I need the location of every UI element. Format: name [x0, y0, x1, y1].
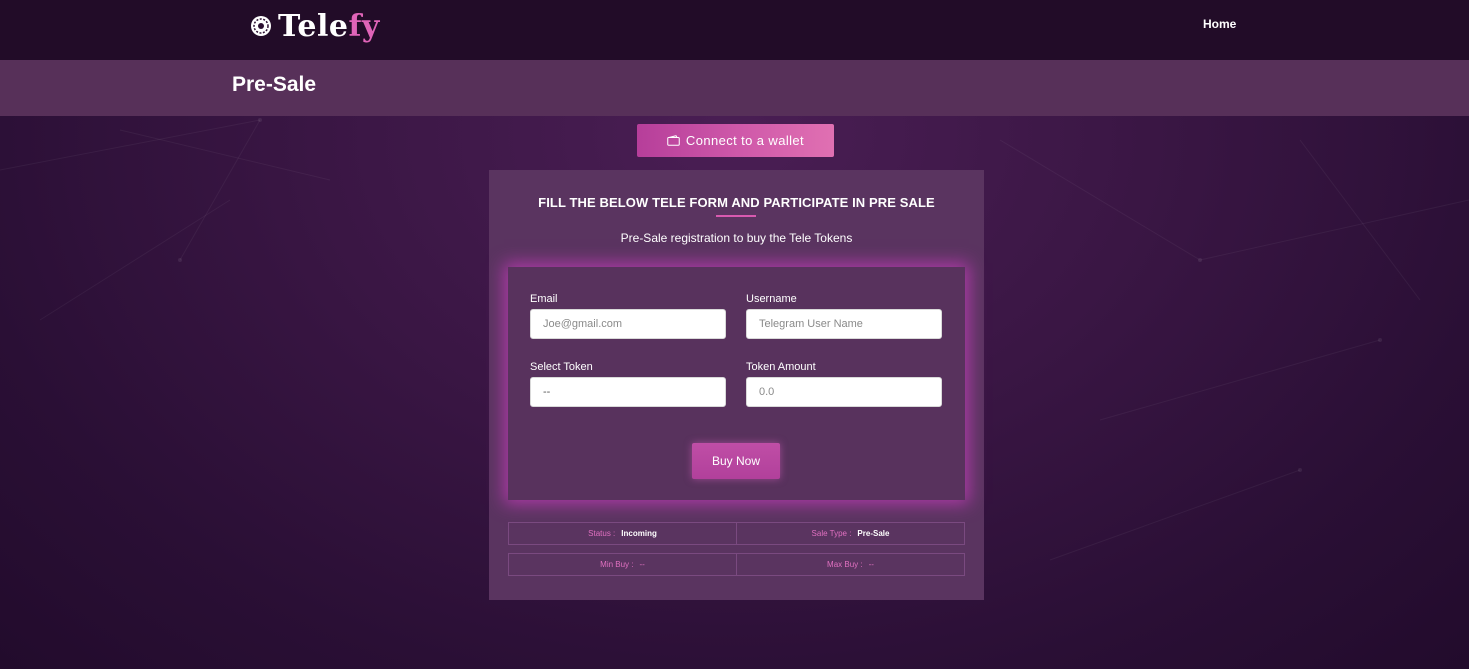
select-token-label: Select Token — [530, 361, 593, 373]
wallet-icon — [667, 135, 680, 146]
status-value: Incoming — [621, 529, 657, 538]
connect-wallet-label: Connect to a wallet — [685, 133, 805, 148]
max-buy-cell: Max Buy : -- — [737, 553, 965, 576]
max-buy-value: -- — [868, 560, 874, 569]
telefy-logo[interactable]: Telefy — [250, 6, 380, 46]
username-input[interactable] — [746, 309, 942, 339]
username-label: Username — [746, 293, 797, 305]
top-navbar: Telefy Home — [0, 0, 1469, 60]
presale-form: Email Username Select Token Token Amount… — [508, 267, 965, 500]
sale-type-cell: Sale Type : Pre-Sale — [737, 522, 965, 545]
heading-underline — [716, 215, 756, 217]
logo-text: Telefy — [278, 8, 380, 44]
email-label: Email — [530, 293, 558, 305]
logo-emblem-icon — [251, 16, 271, 36]
status-cell: Status : Incoming — [508, 522, 737, 545]
sale-info-grid: Status : Incoming Sale Type : Pre-Sale M… — [508, 522, 965, 584]
token-amount-label: Token Amount — [746, 361, 816, 373]
min-buy-value: -- — [639, 560, 645, 569]
form-subheading: Pre-Sale registration to buy the Tele To… — [620, 231, 853, 245]
connect-wallet-button[interactable]: Connect to a wallet — [637, 124, 834, 157]
token-amount-input[interactable] — [746, 377, 942, 407]
email-input[interactable] — [530, 309, 726, 339]
sale-info-row: Min Buy : -- Max Buy : -- — [508, 553, 965, 576]
min-buy-key: Min Buy : — [600, 560, 634, 569]
sale-info-row: Status : Incoming Sale Type : Pre-Sale — [508, 522, 965, 545]
page-title-bar: Pre-Sale — [0, 60, 1469, 116]
form-heading: FILL THE BELOW TELE FORM AND PARTICIPATE… — [538, 195, 935, 210]
min-buy-cell: Min Buy : -- — [508, 553, 737, 576]
nav-home-link[interactable]: Home — [1203, 17, 1236, 31]
sale-type-value: Pre-Sale — [857, 529, 890, 538]
page-title: Pre-Sale — [232, 73, 317, 96]
select-token-field[interactable] — [530, 377, 726, 407]
status-key: Status : — [588, 529, 616, 538]
max-buy-key: Max Buy : — [827, 560, 863, 569]
buy-now-button[interactable]: Buy Now — [692, 443, 780, 479]
sale-type-key: Sale Type : — [811, 529, 852, 538]
presale-card: FILL THE BELOW TELE FORM AND PARTICIPATE… — [489, 170, 984, 600]
